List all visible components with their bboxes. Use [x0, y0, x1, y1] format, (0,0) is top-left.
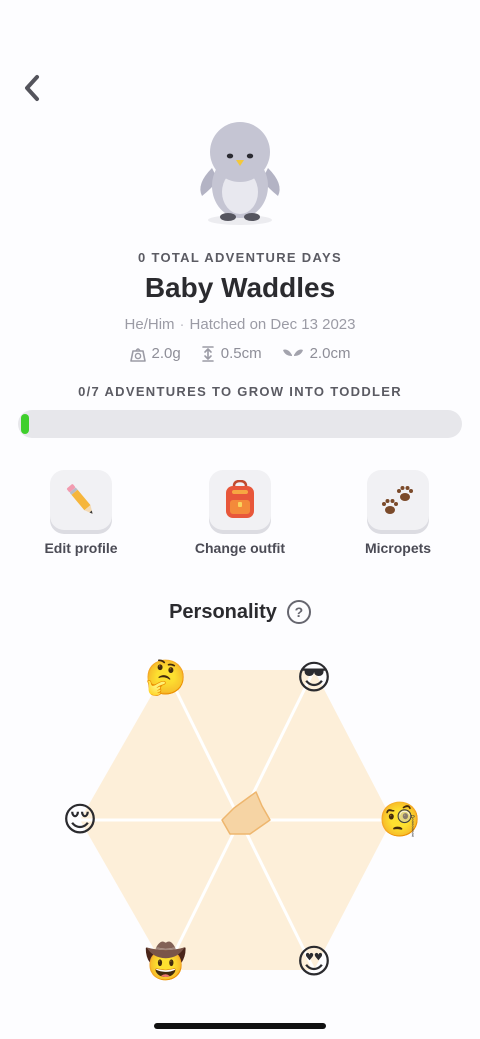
- relieved-face-icon: 😌: [62, 800, 98, 840]
- pet-pronouns: He/Him: [124, 316, 175, 333]
- pet-stats: 2.0g 0.5cm 2.0cm: [0, 345, 480, 362]
- height-icon: [201, 345, 214, 362]
- total-adventure-days: 0 TOTAL ADVENTURE DAYS: [138, 250, 342, 265]
- edit-profile-label: Edit profile: [44, 540, 118, 556]
- back-button[interactable]: [14, 68, 50, 108]
- scale-icon: [129, 347, 146, 362]
- thinking-face-icon: 🤔: [144, 658, 188, 698]
- micropets-label: Micropets: [364, 540, 432, 556]
- personality-heading: Personality ?: [0, 600, 480, 624]
- weight-stat: 2.0g: [129, 345, 181, 362]
- heart-eyes-face-icon: 😍: [296, 942, 332, 982]
- height-value: 0.5cm: [220, 345, 262, 362]
- edit-profile-button[interactable]: Edit profile: [16, 470, 146, 556]
- penguin-avatar: [200, 122, 280, 225]
- micropets-button[interactable]: Micropets: [333, 470, 463, 556]
- backpack-icon: [226, 480, 254, 518]
- growth-progress-fill: [21, 414, 29, 434]
- pet-name: Baby Waddles: [144, 272, 336, 303]
- separator-dot: ·: [179, 316, 185, 333]
- help-icon[interactable]: ?: [286, 600, 311, 624]
- paw-prints-icon: [382, 486, 413, 514]
- change-outfit-tile: [209, 470, 271, 530]
- chevron-left-icon: [25, 75, 39, 101]
- cowboy-face-icon: 🤠: [144, 942, 188, 982]
- home-indicator[interactable]: [154, 1023, 326, 1029]
- wings-icon: [282, 349, 303, 356]
- pet-info-line: He/Him · Hatched on Dec 13 2023: [0, 316, 480, 333]
- hatched-date: Hatched on Dec 13 2023: [189, 316, 356, 333]
- profile-actions: Edit profile Change outfit Micropets: [0, 470, 480, 560]
- personality-chart: 🤔 😎 😌 🧐 🤠 😍: [0, 630, 480, 1000]
- wingspan-stat: 2.0cm: [282, 345, 351, 362]
- micropets-tile: [367, 470, 429, 530]
- change-outfit-button[interactable]: Change outfit: [175, 470, 305, 556]
- growth-progress-bar: [18, 410, 462, 438]
- pencil-icon: [66, 484, 93, 514]
- sunglasses-face-icon: 😎: [296, 658, 332, 698]
- growth-progress-label: 0/7 ADVENTURES TO GROW INTO TODDLER: [78, 384, 402, 399]
- personality-title: Personality: [169, 600, 277, 623]
- monocle-face-icon: 🧐: [378, 800, 422, 840]
- edit-profile-tile: [50, 470, 112, 530]
- change-outfit-label: Change outfit: [194, 540, 286, 556]
- wingspan-value: 2.0cm: [309, 345, 351, 362]
- height-stat: 0.5cm: [201, 345, 262, 362]
- weight-value: 2.0g: [151, 345, 181, 362]
